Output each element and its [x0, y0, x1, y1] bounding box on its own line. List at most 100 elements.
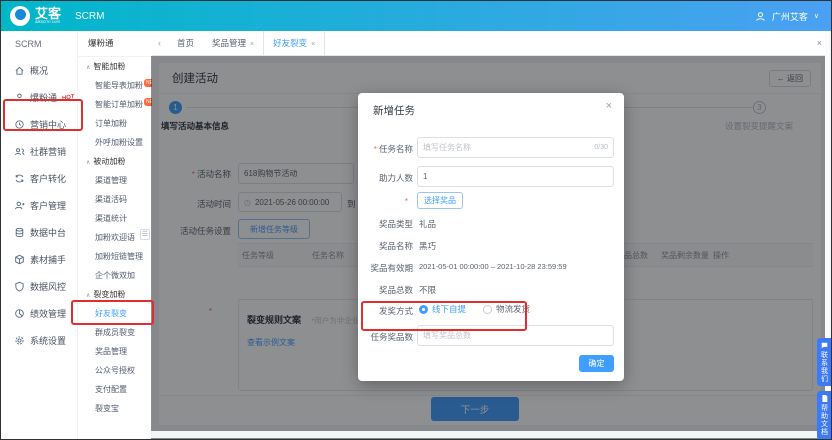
- submenu-item-official-account-auth[interactable]: 公众号授权: [78, 361, 152, 380]
- chat-icon: [821, 342, 828, 349]
- submenu-item-payment-config[interactable]: 支付配置: [78, 380, 152, 399]
- caret-up-icon: ∧: [86, 293, 90, 299]
- sidebar-item-fan-growth[interactable]: 爆粉通 HOT: [1, 84, 77, 111]
- sidebar-item-material-catcher[interactable]: 素材捕手: [1, 246, 77, 273]
- submenu-group-passive-fans[interactable]: ∧被动加粉: [78, 152, 152, 171]
- close-icon[interactable]: ×: [817, 38, 822, 48]
- input-placeholder: 填写奖品总数: [423, 330, 471, 341]
- sidebar-item-label: 爆粉通: [30, 91, 57, 104]
- prize-validity-value: 2021-05-01 00:00:00 – 2021-10-28 23:59:5…: [419, 262, 567, 271]
- submenu-title: 爆粉通: [78, 31, 152, 57]
- sidebar-item-customer-conversion[interactable]: 客户转化: [1, 165, 77, 192]
- prize-total-value: 不限: [419, 284, 436, 296]
- select-prize-button[interactable]: 选择奖品: [417, 192, 463, 209]
- task-prize-count-label: 任务奖品数: [358, 331, 413, 343]
- input-value: 1: [423, 172, 427, 181]
- submenu-label: 奖品管理: [95, 347, 127, 356]
- radio-offline-pickup[interactable]: 线下自提: [419, 303, 466, 315]
- sidebar-item-data-platform[interactable]: 数据中台: [1, 219, 77, 246]
- radio-selected-icon: [419, 305, 428, 314]
- sidebar-item-label: 社群营销: [30, 145, 66, 158]
- sidebar-item-label: 客户管理: [30, 199, 66, 212]
- pie-chart-icon: [14, 308, 25, 319]
- field-label: 任务名称: [379, 144, 413, 154]
- users-icon: [14, 146, 25, 157]
- sidebar-item-community-marketing[interactable]: 社群营销: [1, 138, 77, 165]
- submenu-item-prize-management[interactable]: 奖品管理: [78, 342, 152, 361]
- prize-name-value: 黑巧: [419, 240, 436, 252]
- confirm-button[interactable]: 确定: [579, 355, 614, 372]
- clock-icon: [14, 119, 25, 130]
- submenu-item-shortlink-management[interactable]: 加粉短链管理: [78, 247, 152, 266]
- submenu-label: 支付配置: [95, 385, 127, 394]
- tab-friend-fission[interactable]: 好友裂变×: [263, 31, 325, 55]
- sidebar-item-customer-management[interactable]: 客户管理: [1, 192, 77, 219]
- close-icon[interactable]: ×: [311, 41, 315, 48]
- submenu-label: 被动加粉: [93, 157, 125, 166]
- field-label: 奖品类型: [379, 219, 413, 229]
- input-placeholder: 填写任务名称: [423, 142, 471, 153]
- sub-sidebar: 爆粉通 ∧智能加粉 智能导表加粉NEW 智能订单加粉NEW 订单加粉 外呼加粉设…: [77, 31, 152, 439]
- sidebar-item-label: 数据风控: [30, 280, 66, 293]
- sidebar-item-system-settings[interactable]: 系统设置: [1, 327, 77, 354]
- submenu-item-order-fans[interactable]: 订单加粉: [78, 114, 152, 133]
- sidebar-collapse-icon[interactable]: ☰: [140, 229, 150, 240]
- convert-icon: [14, 173, 25, 184]
- horizontal-scrollbar[interactable]: [151, 431, 827, 438]
- prize-validity-label: 奖品有效期: [358, 262, 413, 274]
- field-label: 助力人数: [379, 173, 413, 183]
- submenu-item-outbound-call-setting[interactable]: 外呼加粉设置: [78, 133, 152, 152]
- float-button-label: 帮助文档: [821, 404, 828, 436]
- field-label: 任务奖品数: [370, 332, 413, 342]
- submenu-label: 订单加粉: [95, 119, 127, 128]
- submenu-label: 渠道活码: [95, 195, 127, 204]
- tab-home[interactable]: 首页: [168, 31, 203, 55]
- radio-logistics-delivery[interactable]: 物流发货: [483, 303, 530, 315]
- submenu-item-qiwei-double-add[interactable]: 企个微双加: [78, 266, 152, 285]
- close-icon[interactable]: ×: [606, 100, 612, 112]
- close-icon[interactable]: ×: [250, 41, 254, 48]
- submenu-item-smart-table-import[interactable]: 智能导表加粉NEW: [78, 76, 152, 95]
- submenu-item-channel-management[interactable]: 渠道管理: [78, 171, 152, 190]
- required-asterisk: *: [374, 144, 377, 154]
- user-icon: [14, 92, 25, 103]
- submenu-label: 裂变宝: [95, 404, 119, 413]
- button-label: 选择奖品: [424, 195, 456, 206]
- submenu-label: 公众号授权: [95, 366, 135, 375]
- submenu-label: 渠道统计: [95, 214, 127, 223]
- sidebar-item-performance[interactable]: 绩效管理: [1, 300, 77, 327]
- sidebar-item-marketing-center[interactable]: 营销中心: [1, 111, 77, 138]
- brand-logo-icon: [10, 6, 30, 26]
- user-menu[interactable]: 广州艾客 ∨: [755, 1, 819, 31]
- radio-label: 线下自提: [432, 303, 466, 315]
- submenu-label: 外呼加粉设置: [95, 138, 143, 147]
- submenu-group-smart-fans[interactable]: ∧智能加粉: [78, 57, 152, 76]
- sidebar-item-overview[interactable]: 概况: [1, 57, 77, 84]
- submenu-item-fission-bao[interactable]: 裂变宝: [78, 399, 152, 418]
- submenu-item-smart-order[interactable]: 智能订单加粉NEW: [78, 95, 152, 114]
- shield-icon: [14, 281, 25, 292]
- help-docs-button[interactable]: 帮助文档: [817, 391, 831, 440]
- field-label: 奖品有效期: [370, 263, 413, 273]
- submenu-item-channel-livecode[interactable]: 渠道活码: [78, 190, 152, 209]
- sidebar-item-label: 客户转化: [30, 172, 66, 185]
- task-name-input[interactable]: 填写任务名称 0/30: [417, 137, 614, 158]
- task-prize-count-input[interactable]: 填写奖品总数: [417, 325, 614, 346]
- sidebar-item-label: 系统设置: [30, 334, 66, 347]
- prize-type-label: 奖品类型: [358, 218, 413, 230]
- tab-prize-management[interactable]: 奖品管理×: [203, 31, 263, 55]
- submenu-label: 加粉欢迎语: [95, 233, 135, 242]
- sidebar-item-data-risk[interactable]: 数据风控: [1, 273, 77, 300]
- helper-count-input[interactable]: 1: [417, 166, 614, 187]
- float-button-label: 联系我们: [821, 351, 828, 383]
- tabs-scroll-left-icon[interactable]: ‹: [151, 38, 168, 48]
- submenu-item-channel-stats[interactable]: 渠道统计: [78, 209, 152, 228]
- home-icon: [14, 65, 25, 76]
- submenu-item-group-member-fission[interactable]: 群成员裂变: [78, 323, 152, 342]
- chevron-down-icon[interactable]: ∨: [814, 12, 819, 20]
- char-counter: 0/30: [594, 144, 608, 151]
- submenu-group-fission-fans[interactable]: ∧裂变加粉: [78, 285, 152, 304]
- submenu-item-friend-fission[interactable]: 好友裂变: [78, 304, 152, 323]
- contact-us-button[interactable]: 联系我们: [817, 338, 831, 386]
- sidebar-item-label: 绩效管理: [30, 307, 66, 320]
